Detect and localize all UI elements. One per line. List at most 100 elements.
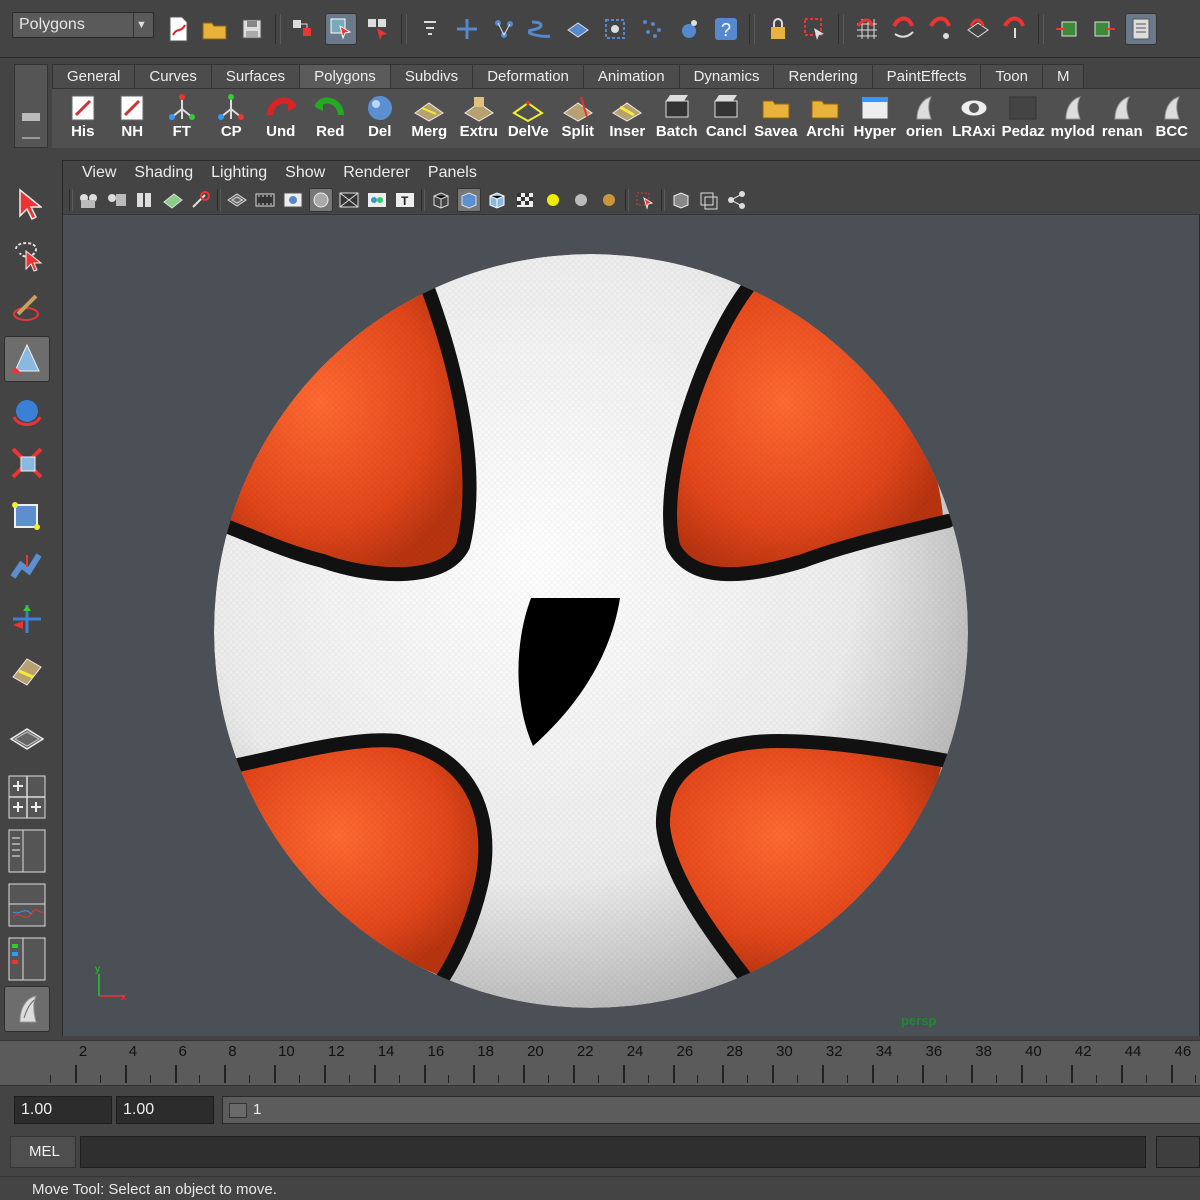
shelf-button-del[interactable]: Del [355, 89, 405, 145]
share-icon[interactable] [725, 188, 749, 212]
shelf-button-split[interactable]: Split [553, 89, 603, 145]
shelf-tab-polygons[interactable]: Polygons [299, 64, 391, 88]
shelf-tab-animation[interactable]: Animation [582, 64, 680, 88]
four-view-layout-icon[interactable] [4, 772, 50, 822]
shelf-tab-general[interactable]: General [52, 64, 136, 88]
shelf-button-extru[interactable]: Extru [454, 89, 504, 145]
lasso-tool-icon[interactable] [4, 232, 50, 278]
command-input[interactable] [80, 1136, 1146, 1168]
input-output-icon[interactable] [1051, 13, 1083, 45]
wireframe-on-shaded-icon[interactable] [485, 188, 509, 212]
graph-persp-layout-icon[interactable] [4, 880, 50, 930]
move-tool-icon[interactable] [4, 336, 50, 382]
shelf-button-cancl[interactable]: Cancl [702, 89, 752, 145]
panel-menu-panels[interactable]: Panels [419, 161, 486, 185]
shelf-button-batch[interactable]: Batch [652, 89, 702, 145]
shelf-button-savea[interactable]: Savea [751, 89, 801, 145]
shelf-tab-dynamics[interactable]: Dynamics [678, 64, 775, 88]
scale-tool-icon[interactable] [4, 440, 50, 486]
single-perspective-view-icon[interactable] [4, 716, 50, 762]
render-view-icon[interactable] [1125, 13, 1157, 45]
highlight-selection-icon[interactable] [799, 13, 831, 45]
time-slider[interactable]: 2 4 6 8 10 12 14 16 18 20 22 24 26 28 30 32 34 36 38 40 42 44… [0, 1040, 1200, 1086]
shelf-button-nh[interactable]: NH [108, 89, 158, 145]
range-slider-handle[interactable] [229, 1103, 247, 1118]
camera-attributes-icon[interactable] [105, 188, 129, 212]
shelf-button-renan[interactable]: renan [1098, 89, 1148, 145]
snap-grid-icon[interactable] [851, 13, 883, 45]
snap-view-plane-icon[interactable] [962, 13, 994, 45]
panel-menu-view[interactable]: View [73, 161, 125, 185]
select-object-icon[interactable] [325, 13, 357, 45]
image-plane-icon[interactable] [161, 188, 185, 212]
shelf-button-bcc[interactable]: BCC [1147, 89, 1197, 145]
shelf-button-his[interactable]: His [58, 89, 108, 145]
pick-mask-icon[interactable] [414, 13, 446, 45]
xray-icon[interactable] [669, 188, 693, 212]
use-all-lights-icon[interactable] [541, 188, 565, 212]
open-scene-icon[interactable] [199, 13, 231, 45]
perspective-viewport[interactable]: y x persp [63, 216, 1199, 1036]
shelf-button-pedaz[interactable]: Pedaz [999, 89, 1049, 145]
shelf-button-orien[interactable]: orien [900, 89, 950, 145]
shelf-button-inser[interactable]: Inser [603, 89, 653, 145]
snap-curve-icon[interactable] [888, 13, 920, 45]
outliner-persp-layout-icon[interactable] [4, 826, 50, 876]
wireframe-icon[interactable] [429, 188, 453, 212]
last-tool-icon[interactable] [4, 648, 50, 694]
xray-joints-icon[interactable] [697, 188, 721, 212]
range-slider[interactable]: 1 [222, 1096, 1200, 1124]
panel-menu-shading[interactable]: Shading [125, 161, 202, 185]
universal-manipulator-icon[interactable] [4, 492, 50, 538]
safe-action-icon[interactable] [365, 188, 389, 212]
shelf-button-merg[interactable]: Merg [405, 89, 455, 145]
shelf-button-cp[interactable]: CP [207, 89, 257, 145]
safe-title-icon[interactable]: T [393, 188, 417, 212]
select-tool-icon[interactable] [4, 180, 50, 226]
select-surface-icon[interactable] [562, 13, 594, 45]
shelf-button-archi[interactable]: Archi [801, 89, 851, 145]
start-time-field[interactable]: 1.00 [14, 1096, 112, 1124]
snap-point-icon[interactable] [925, 13, 957, 45]
menu-set-select[interactable]: Polygons ▼ [12, 12, 154, 38]
shelf-button-delve[interactable]: DelVe [504, 89, 554, 145]
panel-menu-renderer[interactable]: Renderer [334, 161, 419, 185]
film-gate-icon[interactable] [253, 188, 277, 212]
select-rendering-icon[interactable] [673, 13, 705, 45]
shelf-tab-subdivs[interactable]: Subdivs [389, 64, 474, 88]
shelf-button-und[interactable]: Und [256, 89, 306, 145]
shelf-tab-painteffects[interactable]: PaintEffects [871, 64, 982, 88]
select-edge-icon[interactable] [488, 13, 520, 45]
high-quality-render-icon[interactable] [597, 188, 621, 212]
field-chart-icon[interactable] [337, 188, 361, 212]
select-curve-icon[interactable] [525, 13, 557, 45]
construction-history-icon[interactable] [1088, 13, 1120, 45]
custom-tool-icon[interactable] [4, 986, 50, 1032]
shelf-tab-toon[interactable]: Toon [980, 64, 1043, 88]
select-hierarchy-icon[interactable] [288, 13, 320, 45]
shelf-tab-deformation[interactable]: Deformation [472, 64, 584, 88]
shelf-button-hyper[interactable]: Hyper [850, 89, 900, 145]
bookmarks-icon[interactable] [133, 188, 157, 212]
shelf-tab-m[interactable]: M [1041, 64, 1085, 88]
playback-start-field[interactable]: 1.00 [116, 1096, 214, 1124]
hypershade-persp-layout-icon[interactable] [4, 934, 50, 984]
two-d-pan-zoom-icon[interactable] [189, 188, 213, 212]
select-deformer-icon[interactable] [599, 13, 631, 45]
select-component-icon[interactable] [362, 13, 394, 45]
select-vertex-icon[interactable] [451, 13, 483, 45]
shelf-button-mylod[interactable]: mylod [1048, 89, 1098, 145]
show-manipulator-icon[interactable] [4, 596, 50, 642]
grid-icon[interactable] [225, 188, 249, 212]
select-dynamic-icon[interactable] [636, 13, 668, 45]
gate-mask-icon[interactable] [309, 187, 333, 212]
help-icon[interactable]: ? [710, 13, 742, 45]
isolate-select-icon[interactable] [633, 188, 657, 212]
script-language-toggle[interactable]: MEL [10, 1136, 76, 1168]
shelf-tab-curves[interactable]: Curves [134, 64, 212, 88]
panel-menu-show[interactable]: Show [276, 161, 334, 185]
paint-select-tool-icon[interactable] [4, 284, 50, 330]
basketball-model[interactable] [63, 216, 1199, 1036]
lock-selection-icon[interactable] [762, 13, 794, 45]
smooth-shade-all-icon[interactable] [457, 187, 481, 212]
